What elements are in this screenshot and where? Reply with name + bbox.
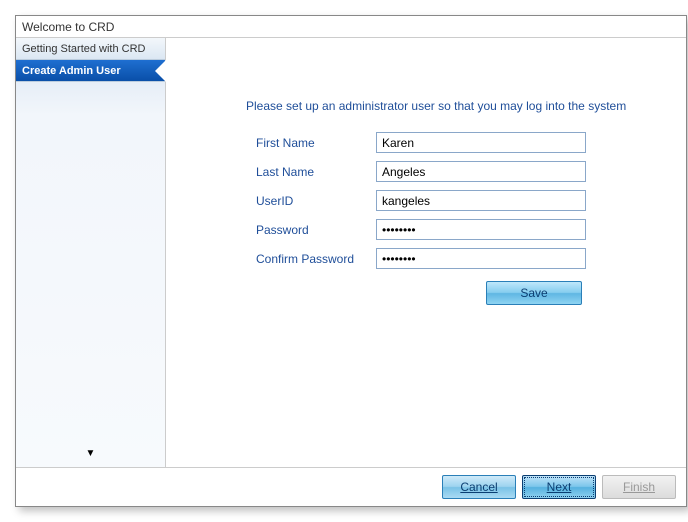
sidebar-item-create-admin-user[interactable]: Create Admin User: [16, 60, 165, 82]
cancel-button[interactable]: Cancel: [442, 475, 516, 499]
wizard-window: Welcome to CRD Getting Started with CRD …: [15, 15, 687, 507]
last-name-input[interactable]: [376, 161, 586, 182]
label-first-name: First Name: [256, 136, 376, 150]
row-first-name: First Name: [256, 132, 662, 153]
window-body: Getting Started with CRD Create Admin Us…: [16, 38, 686, 468]
save-row: Save: [256, 281, 662, 305]
sidebar-item-label: Create Admin User: [22, 65, 121, 77]
footer: Cancel Next Finish: [16, 468, 686, 506]
row-user-id: UserID: [256, 190, 662, 211]
spacer: [256, 281, 376, 305]
label-user-id: UserID: [256, 194, 376, 208]
sidebar-item-getting-started[interactable]: Getting Started with CRD: [16, 38, 165, 60]
instruction-text: Please set up an administrator user so t…: [246, 98, 646, 114]
user-id-input[interactable]: [376, 190, 586, 211]
window-title: Welcome to CRD: [16, 16, 686, 38]
sidebar: Getting Started with CRD Create Admin Us…: [16, 38, 166, 467]
password-input[interactable]: [376, 219, 586, 240]
next-button[interactable]: Next: [522, 475, 596, 499]
main-panel: Please set up an administrator user so t…: [166, 38, 686, 467]
label-last-name: Last Name: [256, 165, 376, 179]
sidebar-item-label: Getting Started with CRD: [22, 43, 146, 55]
label-password: Password: [256, 223, 376, 237]
first-name-input[interactable]: [376, 132, 586, 153]
chevron-down-icon[interactable]: ▼: [16, 444, 165, 467]
label-confirm-password: Confirm Password: [256, 252, 376, 266]
row-password: Password: [256, 219, 662, 240]
sidebar-spacer: [16, 82, 165, 444]
row-confirm-password: Confirm Password: [256, 248, 662, 269]
save-button[interactable]: Save: [486, 281, 582, 305]
finish-button: Finish: [602, 475, 676, 499]
confirm-password-input[interactable]: [376, 248, 586, 269]
row-last-name: Last Name: [256, 161, 662, 182]
